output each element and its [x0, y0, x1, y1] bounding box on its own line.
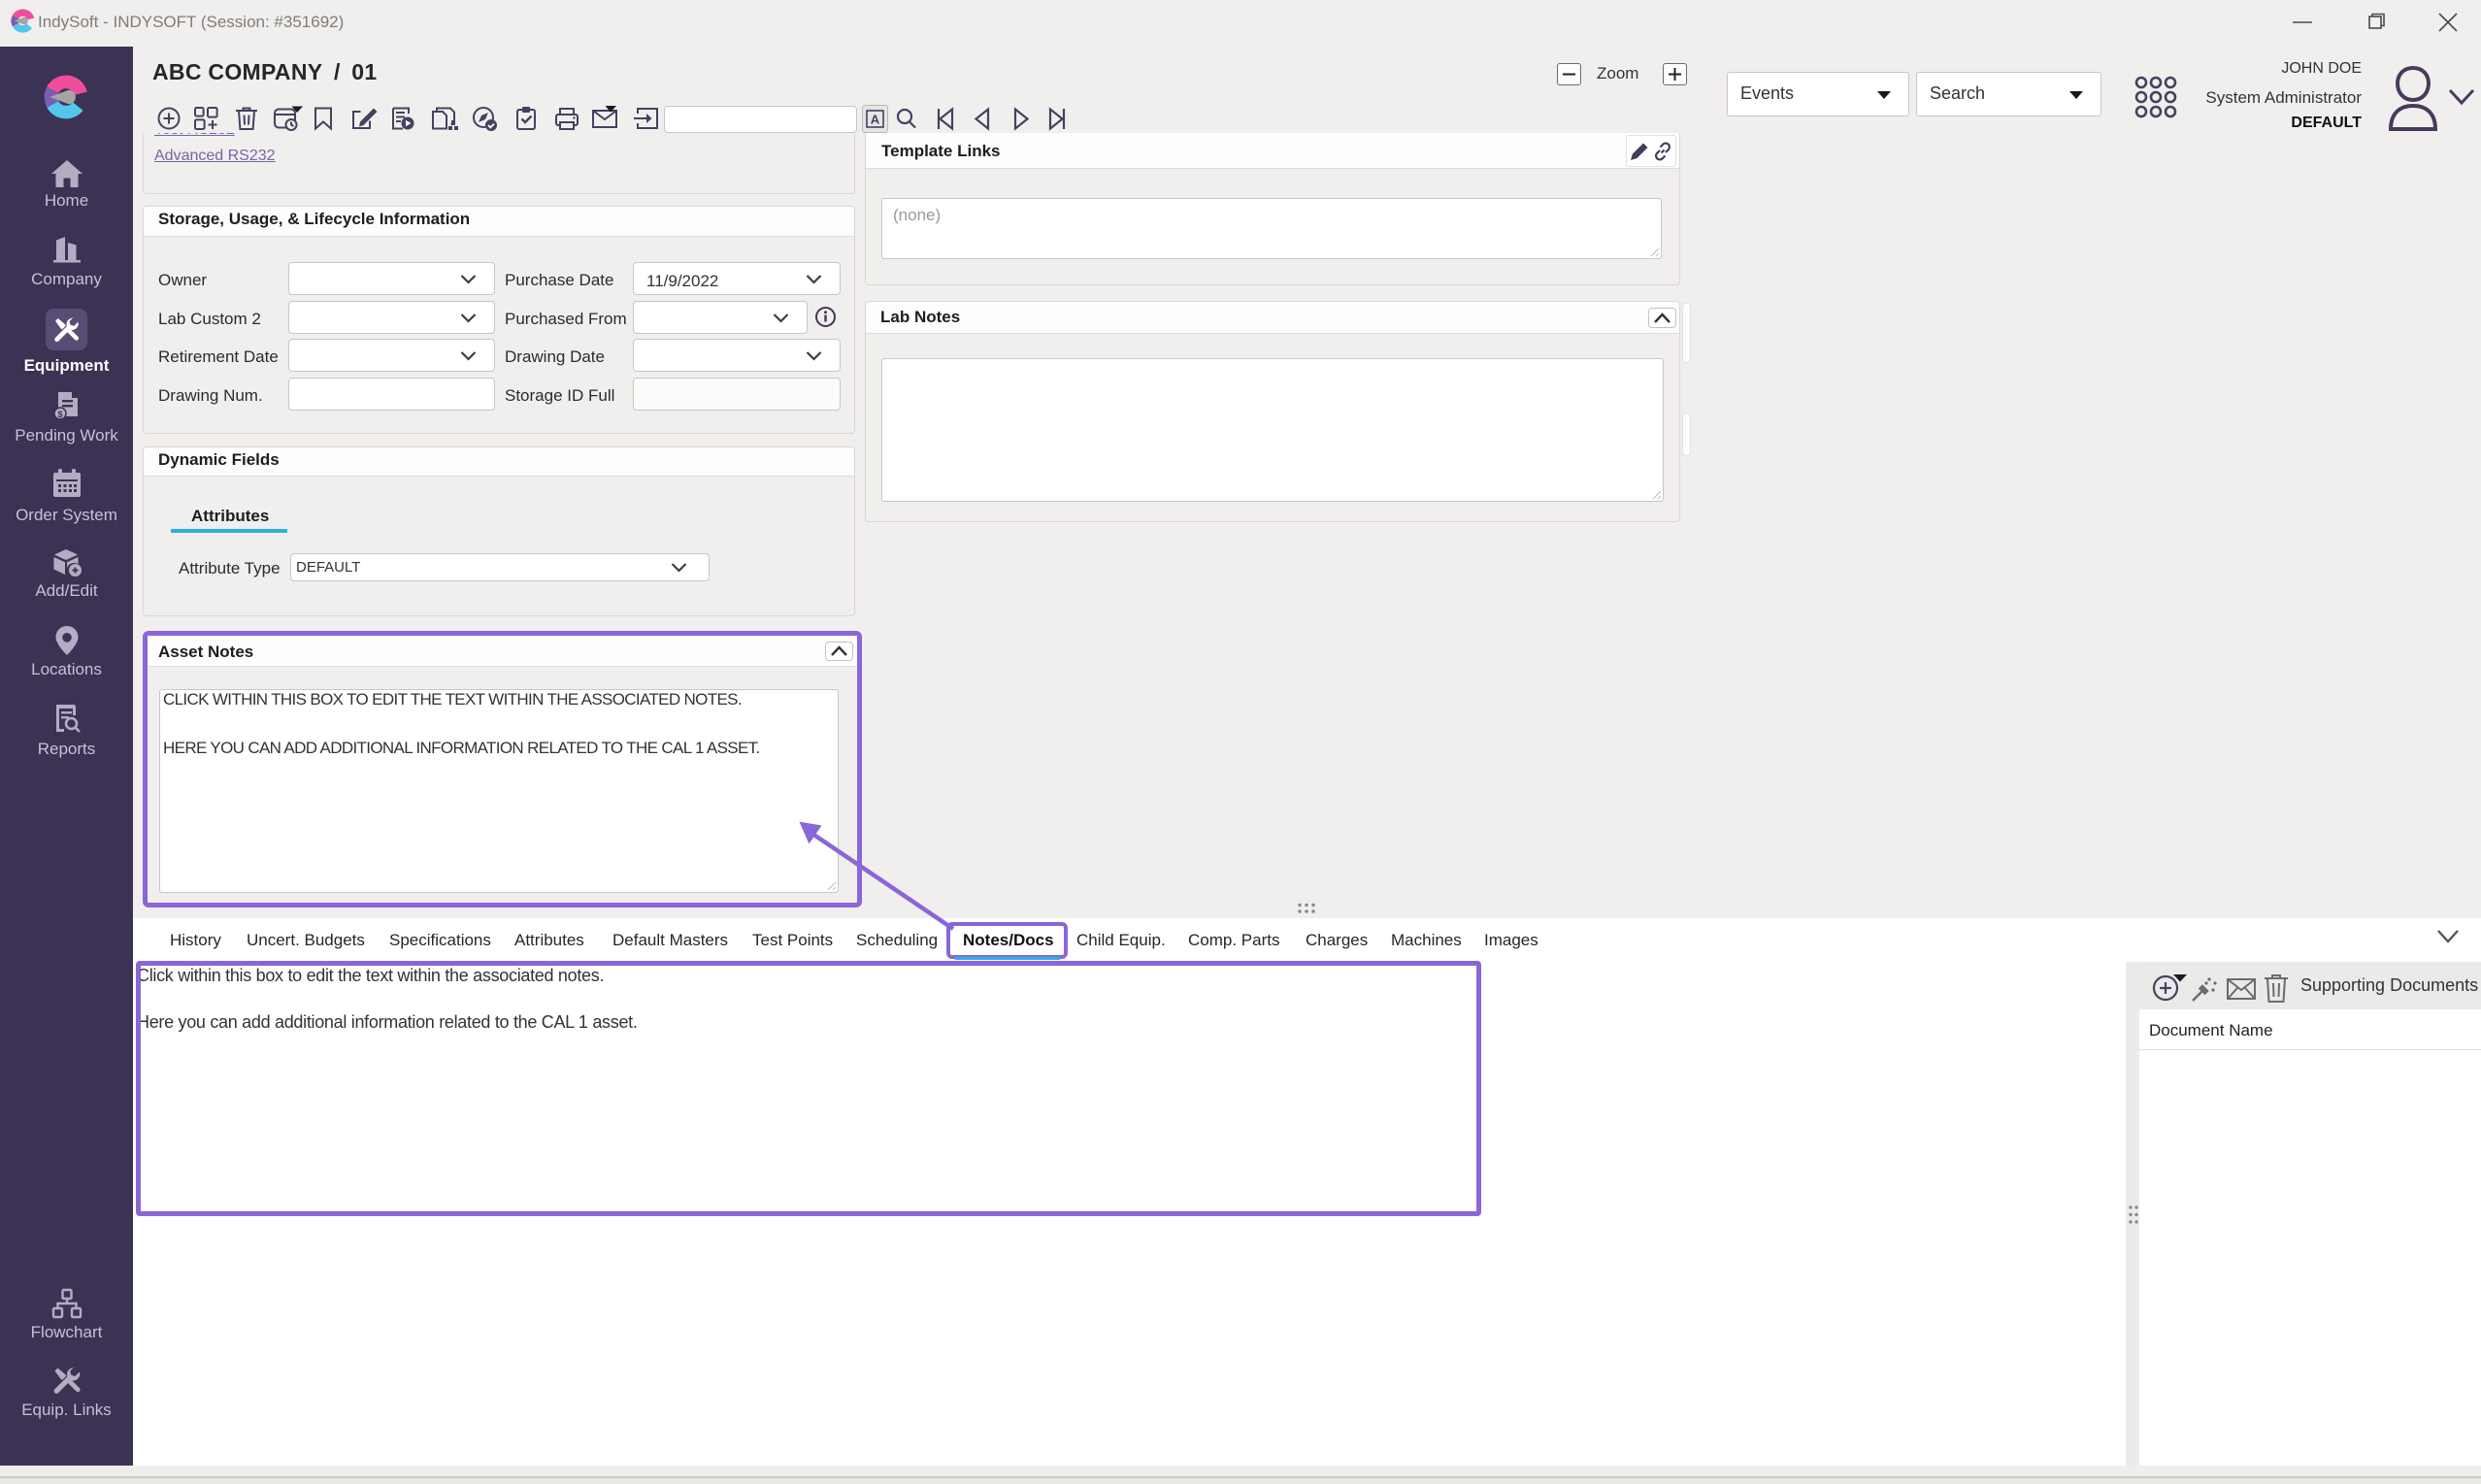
svg-text:$: $ [57, 410, 62, 419]
svg-text:A: A [871, 113, 880, 127]
